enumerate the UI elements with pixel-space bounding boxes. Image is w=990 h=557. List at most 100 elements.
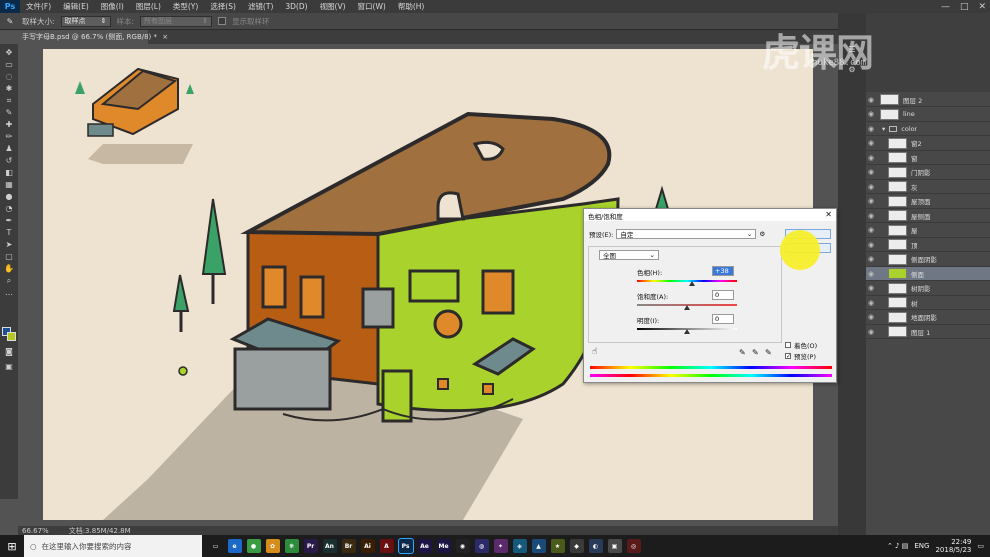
eye-icon[interactable]: ◉	[866, 125, 876, 133]
layer-row[interactable]: ◉ 屋顶面	[866, 195, 990, 209]
background-color-swatch[interactable]	[7, 332, 16, 341]
maximize-button[interactable]: □	[960, 2, 969, 12]
menu-layer[interactable]: 图层(L)	[130, 1, 167, 12]
gradient-tool-icon[interactable]: ▦	[3, 180, 15, 189]
sample-select[interactable]: 所有图层 ⇕	[140, 15, 213, 27]
quick-mask-icon[interactable]: ◙	[3, 347, 15, 356]
hue-input[interactable]: +38	[712, 266, 734, 276]
preview-checkbox[interactable]: ✓	[785, 353, 791, 360]
path-select-icon[interactable]: ➤	[3, 240, 15, 249]
eye-icon[interactable]: ◉	[866, 284, 876, 292]
eye-icon[interactable]: ◉	[866, 212, 876, 220]
layer-group-row[interactable]: ◉ ▾ color	[866, 122, 990, 136]
channel-select[interactable]: 全图 ⌄	[599, 250, 659, 260]
chrome-icon[interactable]: ●	[246, 539, 261, 553]
lasso-tool-icon[interactable]: ◌	[3, 72, 15, 81]
sample-size-select[interactable]: 取样点 ⇕	[60, 15, 111, 27]
illustrator-icon[interactable]: Ai	[360, 539, 375, 553]
eye-icon[interactable]: ◉	[866, 328, 876, 336]
eye-icon[interactable]: ◉	[866, 255, 876, 263]
aftereffects-icon[interactable]: Ae	[417, 539, 432, 553]
menu-file[interactable]: 文件(F)	[20, 1, 57, 12]
eye-icon[interactable]: ◉	[866, 154, 876, 162]
eye-icon[interactable]: ◉	[866, 270, 876, 278]
eye-icon[interactable]: ◉	[866, 226, 876, 234]
layer-row[interactable]: ◉ 树阴影	[866, 282, 990, 296]
more-tools-icon[interactable]: …	[3, 288, 15, 297]
app-icon[interactable]: ▲	[531, 539, 546, 553]
preset-select[interactable]: 自定 ⌄	[616, 229, 757, 239]
menu-type[interactable]: 类型(Y)	[167, 1, 204, 12]
eyedropper-icon[interactable]: ✎	[739, 348, 746, 357]
type-tool-icon[interactable]: T	[3, 228, 15, 237]
tray-icons[interactable]: ⌃ ♪ ▤	[887, 542, 908, 550]
edge-icon[interactable]: e	[227, 539, 242, 553]
menu-help[interactable]: 帮助(H)	[392, 1, 431, 12]
blur-tool-icon[interactable]: ●	[3, 192, 15, 201]
crop-tool-icon[interactable]: ⌗	[3, 96, 15, 105]
eye-icon[interactable]: ◉	[866, 241, 876, 249]
hand-tool-icon[interactable]: ✋	[3, 264, 15, 273]
eye-icon[interactable]: ◉	[866, 139, 876, 147]
gear-icon[interactable]: ⚙	[759, 230, 765, 238]
document-tab[interactable]: 手写字母B.psd @ 66.7% (侧面, RGB/8) * ×	[18, 30, 168, 44]
layer-row[interactable]: ◉ 顶	[866, 238, 990, 252]
eraser-tool-icon[interactable]: ◧	[3, 168, 15, 177]
eyedropper-minus-icon[interactable]: ✎	[765, 348, 772, 357]
layer-row[interactable]: ◉ 屋侧面	[866, 209, 990, 223]
task-view-icon[interactable]: ▭	[208, 539, 223, 553]
eye-icon[interactable]: ◉	[866, 197, 876, 205]
menu-window[interactable]: 窗口(W)	[352, 1, 392, 12]
eye-icon[interactable]: ◉	[866, 168, 876, 176]
app-icon[interactable]: ◆	[569, 539, 584, 553]
menu-image[interactable]: 图像(I)	[95, 1, 130, 12]
menu-select[interactable]: 选择(S)	[204, 1, 242, 12]
brush-tool-icon[interactable]: ✏	[3, 132, 15, 141]
media-encoder-icon[interactable]: Me	[436, 539, 451, 553]
eyedropper-plus-icon[interactable]: ✎	[752, 348, 759, 357]
layer-row[interactable]: ◉ 图层 2	[866, 93, 990, 107]
close-button[interactable]: ✕	[978, 2, 986, 12]
eyedropper-icon[interactable]: ✎	[4, 17, 16, 26]
healing-brush-icon[interactable]: ✚	[3, 120, 15, 129]
eye-icon[interactable]: ◉	[866, 299, 876, 307]
shape-tool-icon[interactable]: ▢	[3, 252, 15, 261]
layer-row[interactable]: ◉ 图层 1	[866, 325, 990, 339]
photoshop-icon[interactable]: Ps	[397, 538, 414, 554]
app-icon[interactable]: ✿	[265, 539, 280, 553]
layer-row[interactable]: ◉ 门阴影	[866, 166, 990, 180]
taskbar-search[interactable]: ○ 在这里输入你要搜索的内容	[24, 535, 202, 557]
dodge-tool-icon[interactable]: ◔	[3, 204, 15, 213]
marquee-tool-icon[interactable]: ▭	[3, 60, 15, 69]
hue-slider-track[interactable]	[637, 280, 737, 282]
layer-row[interactable]: ◉ 树	[866, 296, 990, 310]
colorize-checkbox[interactable]	[785, 342, 791, 348]
minimize-button[interactable]: —	[941, 2, 950, 12]
chevron-down-icon[interactable]: ▾	[882, 125, 885, 133]
lightness-input[interactable]: 0	[712, 314, 734, 324]
eyedropper-tool-icon[interactable]: ✎	[3, 108, 15, 117]
move-tool-icon[interactable]: ✥	[3, 48, 15, 57]
stamp-tool-icon[interactable]: ♟	[3, 144, 15, 153]
layer-row[interactable]: ◉ 侧面阴影	[866, 253, 990, 267]
app-icon[interactable]: ❋	[284, 539, 299, 553]
saturation-input[interactable]: 0	[712, 290, 734, 300]
ime-indicator[interactable]: ENG	[914, 542, 929, 550]
layer-row[interactable]: ◉ 窗2	[866, 137, 990, 151]
app-icon[interactable]: ◐	[588, 539, 603, 553]
layer-row[interactable]: ◉ line	[866, 108, 990, 122]
zoom-level[interactable]: 66.67%	[22, 527, 49, 535]
menu-edit[interactable]: 编辑(E)	[57, 1, 95, 12]
close-icon[interactable]: ✕	[825, 211, 832, 219]
app-icon[interactable]: ◍	[474, 539, 489, 553]
zoom-tool-icon[interactable]: ⌕	[3, 276, 15, 285]
app-icon[interactable]: ◈	[512, 539, 527, 553]
screen-mode-icon[interactable]: ▣	[3, 362, 15, 371]
menu-filter[interactable]: 滤镜(T)	[242, 1, 279, 12]
pen-tool-icon[interactable]: ✒	[3, 216, 15, 225]
eye-icon[interactable]: ◉	[866, 183, 876, 191]
layer-row[interactable]: ◉ 地面阴影	[866, 311, 990, 325]
clock[interactable]: 22:49 2018/5/23	[935, 538, 971, 554]
layer-row[interactable]: ◉ 侧面	[866, 267, 990, 281]
saturation-slider-thumb[interactable]	[684, 305, 690, 310]
